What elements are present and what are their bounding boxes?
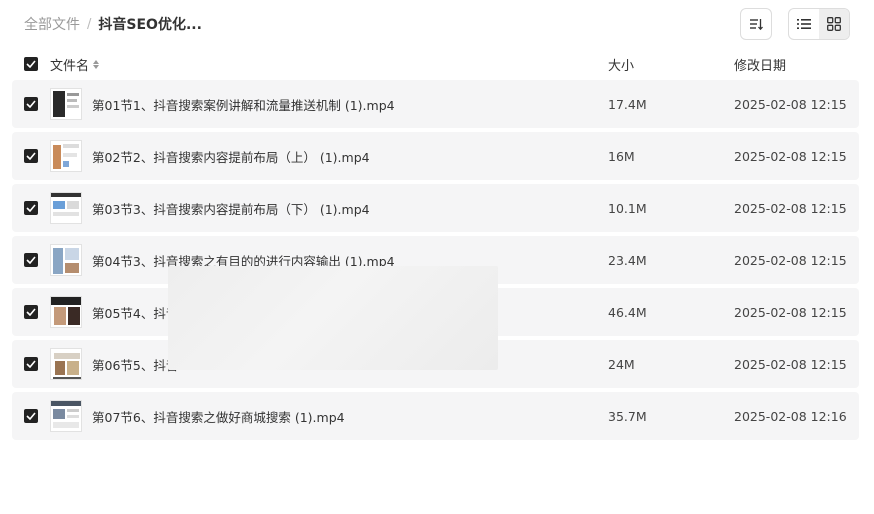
file-modified: 2025-02-08 12:15 [734,356,847,372]
row-checkbox[interactable] [24,97,38,111]
file-size: 16M [608,148,635,164]
file-size: 17.4M [608,96,647,112]
checkmark-icon [26,60,36,68]
file-name[interactable]: 第01节1、抖音搜索案例讲解和流量推送机制 (1).mp4 [92,95,395,114]
file-size: 24M [608,356,635,372]
file-size: 10.1M [608,200,647,216]
file-name[interactable]: 第02节2、抖音搜索内容提前布局（上） (1).mp4 [92,147,370,166]
column-header-modified[interactable]: 修改日期 [734,55,859,74]
row-checkbox[interactable] [24,357,38,371]
checkmark-icon [26,308,36,316]
video-thumbnail [50,296,82,328]
grid-view-icon [827,17,841,31]
list-view-button[interactable] [789,9,819,39]
video-thumbnail [50,192,82,224]
sort-toggle-icon[interactable] [93,59,100,69]
video-thumbnail [50,140,82,172]
video-thumbnail [50,88,82,120]
breadcrumb-separator: / [87,16,92,32]
breadcrumb: 全部文件 / 抖音SEO优化... [24,14,202,34]
file-name[interactable]: 第05节4、抖音 [92,303,178,322]
checkmark-icon [26,360,36,368]
file-name[interactable]: 第03节3、抖音搜索内容提前布局（下） (1).mp4 [92,199,370,218]
file-row[interactable]: 第01节1、抖音搜索案例讲解和流量推送机制 (1).mp4 17.4M 2025… [12,80,859,128]
checkmark-icon [26,204,36,212]
file-row[interactable]: 第02节2、抖音搜索内容提前布局（上） (1).mp4 16M 2025-02-… [12,132,859,180]
file-modified: 2025-02-08 12:15 [734,252,847,268]
file-list-header: 文件名 大小 修改日期 [12,52,859,76]
row-checkbox[interactable] [24,253,38,267]
file-modified: 2025-02-08 12:15 [734,200,847,216]
video-thumbnail [50,348,82,380]
view-toolbar [740,8,850,40]
view-mode-toggle [788,8,850,40]
column-header-name[interactable]: 文件名 [50,55,89,74]
file-name[interactable]: 第06节5、抖音 [92,355,178,374]
file-size: 23.4M [608,252,647,268]
file-list: 第01节1、抖音搜索案例讲解和流量推送机制 (1).mp4 17.4M 2025… [12,80,859,444]
checkmark-icon [26,100,36,108]
file-row[interactable]: 第07节6、抖音搜索之做好商城搜索 (1).mp4 35.7M 2025-02-… [12,392,859,440]
file-modified: 2025-02-08 12:15 [734,148,847,164]
video-thumbnail [50,400,82,432]
sort-button[interactable] [740,8,772,40]
row-checkbox[interactable] [24,305,38,319]
checkmark-icon [26,256,36,264]
file-size: 46.4M [608,304,647,320]
row-checkbox[interactable] [24,149,38,163]
select-all-checkbox[interactable] [24,57,38,71]
redaction-overlay [168,266,498,370]
row-checkbox[interactable] [24,409,38,423]
file-modified: 2025-02-08 12:16 [734,408,847,424]
sort-list-icon [750,19,763,31]
checkmark-icon [26,412,36,420]
breadcrumb-root-link[interactable]: 全部文件 [24,14,80,34]
file-row[interactable]: 第03节3、抖音搜索内容提前布局（下） (1).mp4 10.1M 2025-0… [12,184,859,232]
video-thumbnail [50,244,82,276]
grid-view-button[interactable] [819,9,849,39]
row-checkbox[interactable] [24,201,38,215]
file-name[interactable]: 第07节6、抖音搜索之做好商城搜索 (1).mp4 [92,407,345,426]
file-modified: 2025-02-08 12:15 [734,304,847,320]
list-view-icon [797,19,811,29]
column-header-size[interactable]: 大小 [608,55,734,74]
file-size: 35.7M [608,408,647,424]
file-modified: 2025-02-08 12:15 [734,96,847,112]
breadcrumb-current: 抖音SEO优化... [98,17,202,33]
checkmark-icon [26,152,36,160]
